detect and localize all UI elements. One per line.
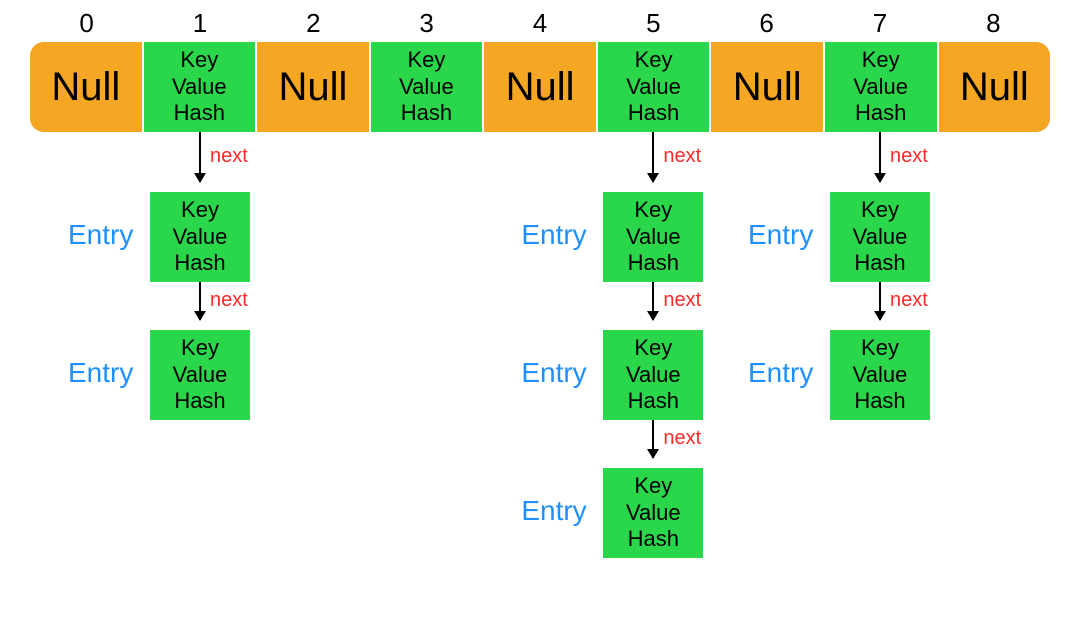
- node-line: Key: [634, 197, 672, 223]
- node-line: Key: [180, 47, 218, 73]
- null-bucket: Null: [30, 42, 144, 132]
- node-line: Value: [853, 74, 908, 100]
- next-label: next: [663, 145, 701, 168]
- chain-node: KeyValueHash: [150, 192, 250, 282]
- entry-bucket: KeyValueHash: [371, 42, 485, 132]
- node-line: Value: [853, 362, 908, 388]
- node-line: Key: [635, 47, 673, 73]
- node-line: Value: [626, 500, 681, 526]
- node-line: Key: [862, 47, 900, 73]
- entry-label: Entry: [68, 357, 133, 389]
- node-line: Key: [634, 473, 672, 499]
- bucket-row: NullKeyValueHashNullKeyValueHashNullKeyV…: [30, 42, 1050, 132]
- hash-table-diagram: 012345678NullKeyValueHashNullKeyValueHas…: [0, 0, 1080, 638]
- entry-bucket: KeyValueHash: [598, 42, 712, 132]
- arrow-down: [199, 132, 201, 182]
- next-label: next: [890, 145, 928, 168]
- next-label: next: [890, 289, 928, 312]
- node-line: Hash: [401, 100, 452, 126]
- node-line: Hash: [628, 388, 679, 414]
- node-line: Hash: [174, 250, 225, 276]
- node-line: Key: [181, 197, 219, 223]
- node-line: Value: [172, 74, 227, 100]
- chain-node: KeyValueHash: [830, 330, 930, 420]
- null-bucket: Null: [484, 42, 598, 132]
- node-line: Value: [626, 74, 681, 100]
- arrow-down: [879, 132, 881, 182]
- node-line: Hash: [174, 100, 225, 126]
- node-line: Value: [626, 224, 681, 250]
- node-line: Hash: [628, 250, 679, 276]
- arrow-down: [652, 282, 654, 320]
- null-bucket: Null: [939, 42, 1051, 132]
- arrow-down: [652, 420, 654, 458]
- arrow-down: [199, 282, 201, 320]
- next-label: next: [663, 289, 701, 312]
- chain-node: KeyValueHash: [150, 330, 250, 420]
- index-label: 3: [407, 8, 447, 39]
- node-line: Key: [634, 335, 672, 361]
- entry-label: Entry: [68, 219, 133, 251]
- arrow-down: [879, 282, 881, 320]
- node-line: Hash: [854, 250, 905, 276]
- null-bucket: Null: [257, 42, 371, 132]
- node-line: Value: [853, 224, 908, 250]
- node-line: Hash: [628, 100, 679, 126]
- node-line: Value: [626, 362, 681, 388]
- chain-node: KeyValueHash: [830, 192, 930, 282]
- entry-label: Entry: [748, 219, 813, 251]
- node-line: Hash: [854, 388, 905, 414]
- entry-label: Entry: [521, 357, 586, 389]
- entry-label: Entry: [748, 357, 813, 389]
- index-label: 7: [860, 8, 900, 39]
- index-label: 4: [520, 8, 560, 39]
- node-line: Key: [181, 335, 219, 361]
- next-label: next: [663, 427, 701, 450]
- index-label: 5: [633, 8, 673, 39]
- entry-label: Entry: [521, 495, 586, 527]
- next-label: next: [210, 145, 248, 168]
- node-line: Value: [173, 224, 228, 250]
- index-label: 6: [747, 8, 787, 39]
- entry-bucket: KeyValueHash: [825, 42, 939, 132]
- chain-node: KeyValueHash: [603, 192, 703, 282]
- entry-label: Entry: [521, 219, 586, 251]
- index-label: 0: [67, 8, 107, 39]
- entry-bucket: KeyValueHash: [144, 42, 258, 132]
- node-line: Value: [173, 362, 228, 388]
- node-line: Value: [399, 74, 454, 100]
- node-line: Key: [861, 335, 899, 361]
- index-label: 8: [973, 8, 1013, 39]
- chain-node: KeyValueHash: [603, 468, 703, 558]
- node-line: Key: [408, 47, 446, 73]
- index-label: 1: [180, 8, 220, 39]
- chain-node: KeyValueHash: [603, 330, 703, 420]
- node-line: Key: [861, 197, 899, 223]
- arrow-down: [652, 132, 654, 182]
- node-line: Hash: [628, 526, 679, 552]
- null-bucket: Null: [711, 42, 825, 132]
- node-line: Hash: [855, 100, 906, 126]
- node-line: Hash: [174, 388, 225, 414]
- index-label: 2: [293, 8, 333, 39]
- next-label: next: [210, 289, 248, 312]
